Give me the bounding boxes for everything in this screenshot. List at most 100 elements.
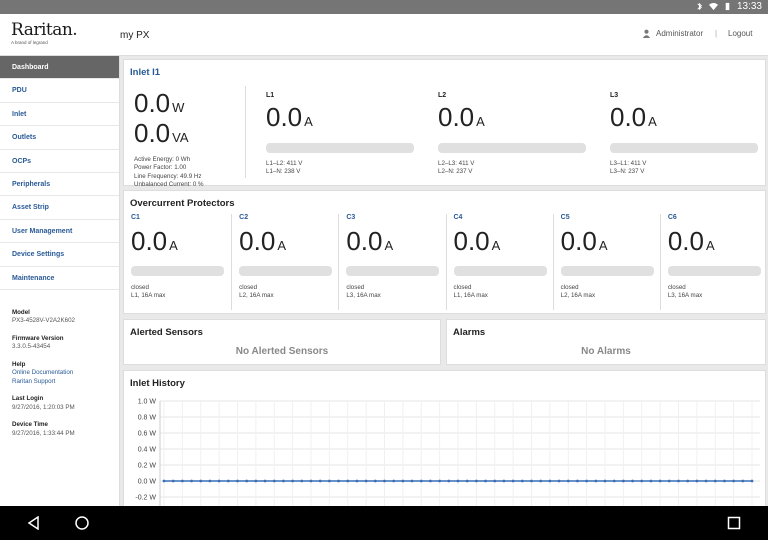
ocp-title: Overcurrent Protectors <box>130 198 235 209</box>
sidebar-item-ocps[interactable]: OCPs <box>0 150 119 173</box>
data-point <box>236 479 239 483</box>
data-point <box>309 479 313 483</box>
ocp-bar <box>346 266 440 276</box>
data-point <box>667 479 671 483</box>
data-point <box>594 479 598 483</box>
data-point <box>272 479 276 483</box>
data-point <box>383 479 386 483</box>
data-point <box>723 479 726 483</box>
inlet-title[interactable]: Inlet I1 <box>124 60 765 78</box>
android-nav-bar <box>0 506 768 540</box>
y-tick-label: 0.8 W <box>138 415 157 422</box>
data-point <box>208 479 212 483</box>
user-name: Administrator <box>656 29 704 38</box>
header-separator: | <box>715 29 718 38</box>
alerted-sensors-card: Alerted Sensors No Alerted Sensors <box>123 319 441 365</box>
data-point <box>410 479 414 483</box>
data-point <box>474 479 478 483</box>
alerted-sensors-title: Alerted Sensors <box>130 327 203 338</box>
device-time-value: 9/27/2016, 1:33:44 PM <box>12 429 75 437</box>
sidebar-item-outlets[interactable]: Outlets <box>0 126 119 150</box>
data-point <box>282 479 285 483</box>
data-point <box>686 479 690 483</box>
line-l1: L1 0.0 A L1–L2: 411 V L1–N: 238 V <box>266 92 416 177</box>
ocp-c6: C6 0.0 A closed L3, 16A max <box>659 214 767 310</box>
data-point <box>438 479 442 483</box>
data-point <box>539 479 543 483</box>
inlet-card: Inlet I1 0.0 W 0.0 VA Active Energy: 0 Wh … <box>123 59 766 189</box>
data-point <box>419 479 423 483</box>
line-l3-bar <box>610 143 758 153</box>
online-documentation-link[interactable]: Online Documentation <box>12 369 107 378</box>
unbalanced-current: Unbalanced Current: 0 % <box>134 180 204 188</box>
last-login-label: Last Login <box>12 395 44 403</box>
data-point <box>291 479 295 483</box>
inlet-power-summary: 0.0 W 0.0 VA Active Energy: 0 Wh Power Fac… <box>134 90 203 189</box>
data-point <box>346 479 350 483</box>
device-time-label: Device Time <box>12 421 49 429</box>
data-point <box>677 479 680 483</box>
ocp-label[interactable]: C2 <box>239 214 338 221</box>
ocp-current: 0.0 A <box>346 226 394 256</box>
data-point <box>337 479 340 483</box>
data-point <box>199 479 203 483</box>
sidebar-item-asset-strip[interactable]: Asset Strip <box>0 196 119 220</box>
status-time: 13:33 <box>736 1 762 12</box>
ocp-label[interactable]: C3 <box>346 214 445 221</box>
data-point <box>548 479 552 483</box>
data-point <box>447 479 451 483</box>
data-point <box>576 479 579 483</box>
sidebar-item-device-settings[interactable]: Device Settings <box>0 243 119 267</box>
ocp-rating: L3, 16A max <box>346 292 381 300</box>
data-point <box>217 479 221 483</box>
user-menu[interactable]: Administrator <box>642 29 703 38</box>
ocp-state: closed <box>239 284 258 291</box>
sidebar-item-pdu[interactable]: PDU <box>0 79 119 103</box>
ocp-state: closed <box>453 284 472 291</box>
recents-icon[interactable] <box>727 516 741 530</box>
y-tick-label: -0.2 W <box>135 495 156 502</box>
home-icon[interactable] <box>74 515 90 531</box>
data-point <box>162 479 166 483</box>
line-l3-current: 0.0 A <box>610 102 657 132</box>
sidebar-item-peripherals[interactable]: Peripherals <box>0 173 119 197</box>
data-point <box>392 479 396 483</box>
data-point <box>318 479 322 483</box>
alarms-empty: No Alarms <box>581 346 631 357</box>
sidebar-item-dashboard[interactable]: Dashboard <box>0 56 119 80</box>
data-point <box>327 479 331 483</box>
data-point <box>649 479 653 483</box>
raritan-logo: Raritan. A brand of legrand <box>11 20 78 45</box>
line-l2: L2 0.0 A L2–L3: 411 V L2–N: 237 V <box>438 92 588 177</box>
line-l2-bar <box>438 143 586 153</box>
sidebar-item-user-management[interactable]: User Management <box>0 220 119 244</box>
data-point <box>621 479 625 483</box>
alarms-title: Alarms <box>453 327 486 338</box>
inlet-details: Active Energy: 0 Wh Power Factor: 1.00 L… <box>134 156 203 189</box>
data-point <box>566 479 570 483</box>
ocp-label[interactable]: C6 <box>668 214 767 221</box>
sidebar-item-maintenance[interactable]: Maintenance <box>0 267 119 290</box>
data-point <box>401 479 405 483</box>
data-point <box>484 479 487 483</box>
ocp-label[interactable]: C4 <box>454 214 553 221</box>
firmware-label: Firmware Version <box>12 334 64 342</box>
line-l1-bar <box>266 143 414 153</box>
logout-button[interactable]: Logout <box>728 29 752 38</box>
ocp-label[interactable]: C1 <box>131 214 231 221</box>
last-login-value: 9/27/2016, 1:20:03 PM <box>12 403 75 411</box>
sidebar-item-inlet[interactable]: Inlet <box>0 103 119 127</box>
data-point <box>640 479 644 483</box>
firmware-value: 3.3.0.5-43454 <box>12 343 51 351</box>
ocp-rating: L1, 16A max <box>131 292 166 300</box>
data-point <box>713 479 717 483</box>
back-icon[interactable] <box>27 516 41 530</box>
ocp-current: 0.0 A <box>667 226 715 256</box>
data-point <box>429 479 432 483</box>
raritan-support-link[interactable]: Raritan Support <box>12 378 107 387</box>
ocp-label[interactable]: C5 <box>561 214 660 221</box>
battery-icon <box>725 2 730 11</box>
line-frequency: Line Frequency: 49.9 Hz <box>134 172 202 180</box>
device-info: Model PX3-4528V-V2A2K602 Firmware Versio… <box>0 309 119 439</box>
ocp-state: closed <box>560 284 579 291</box>
